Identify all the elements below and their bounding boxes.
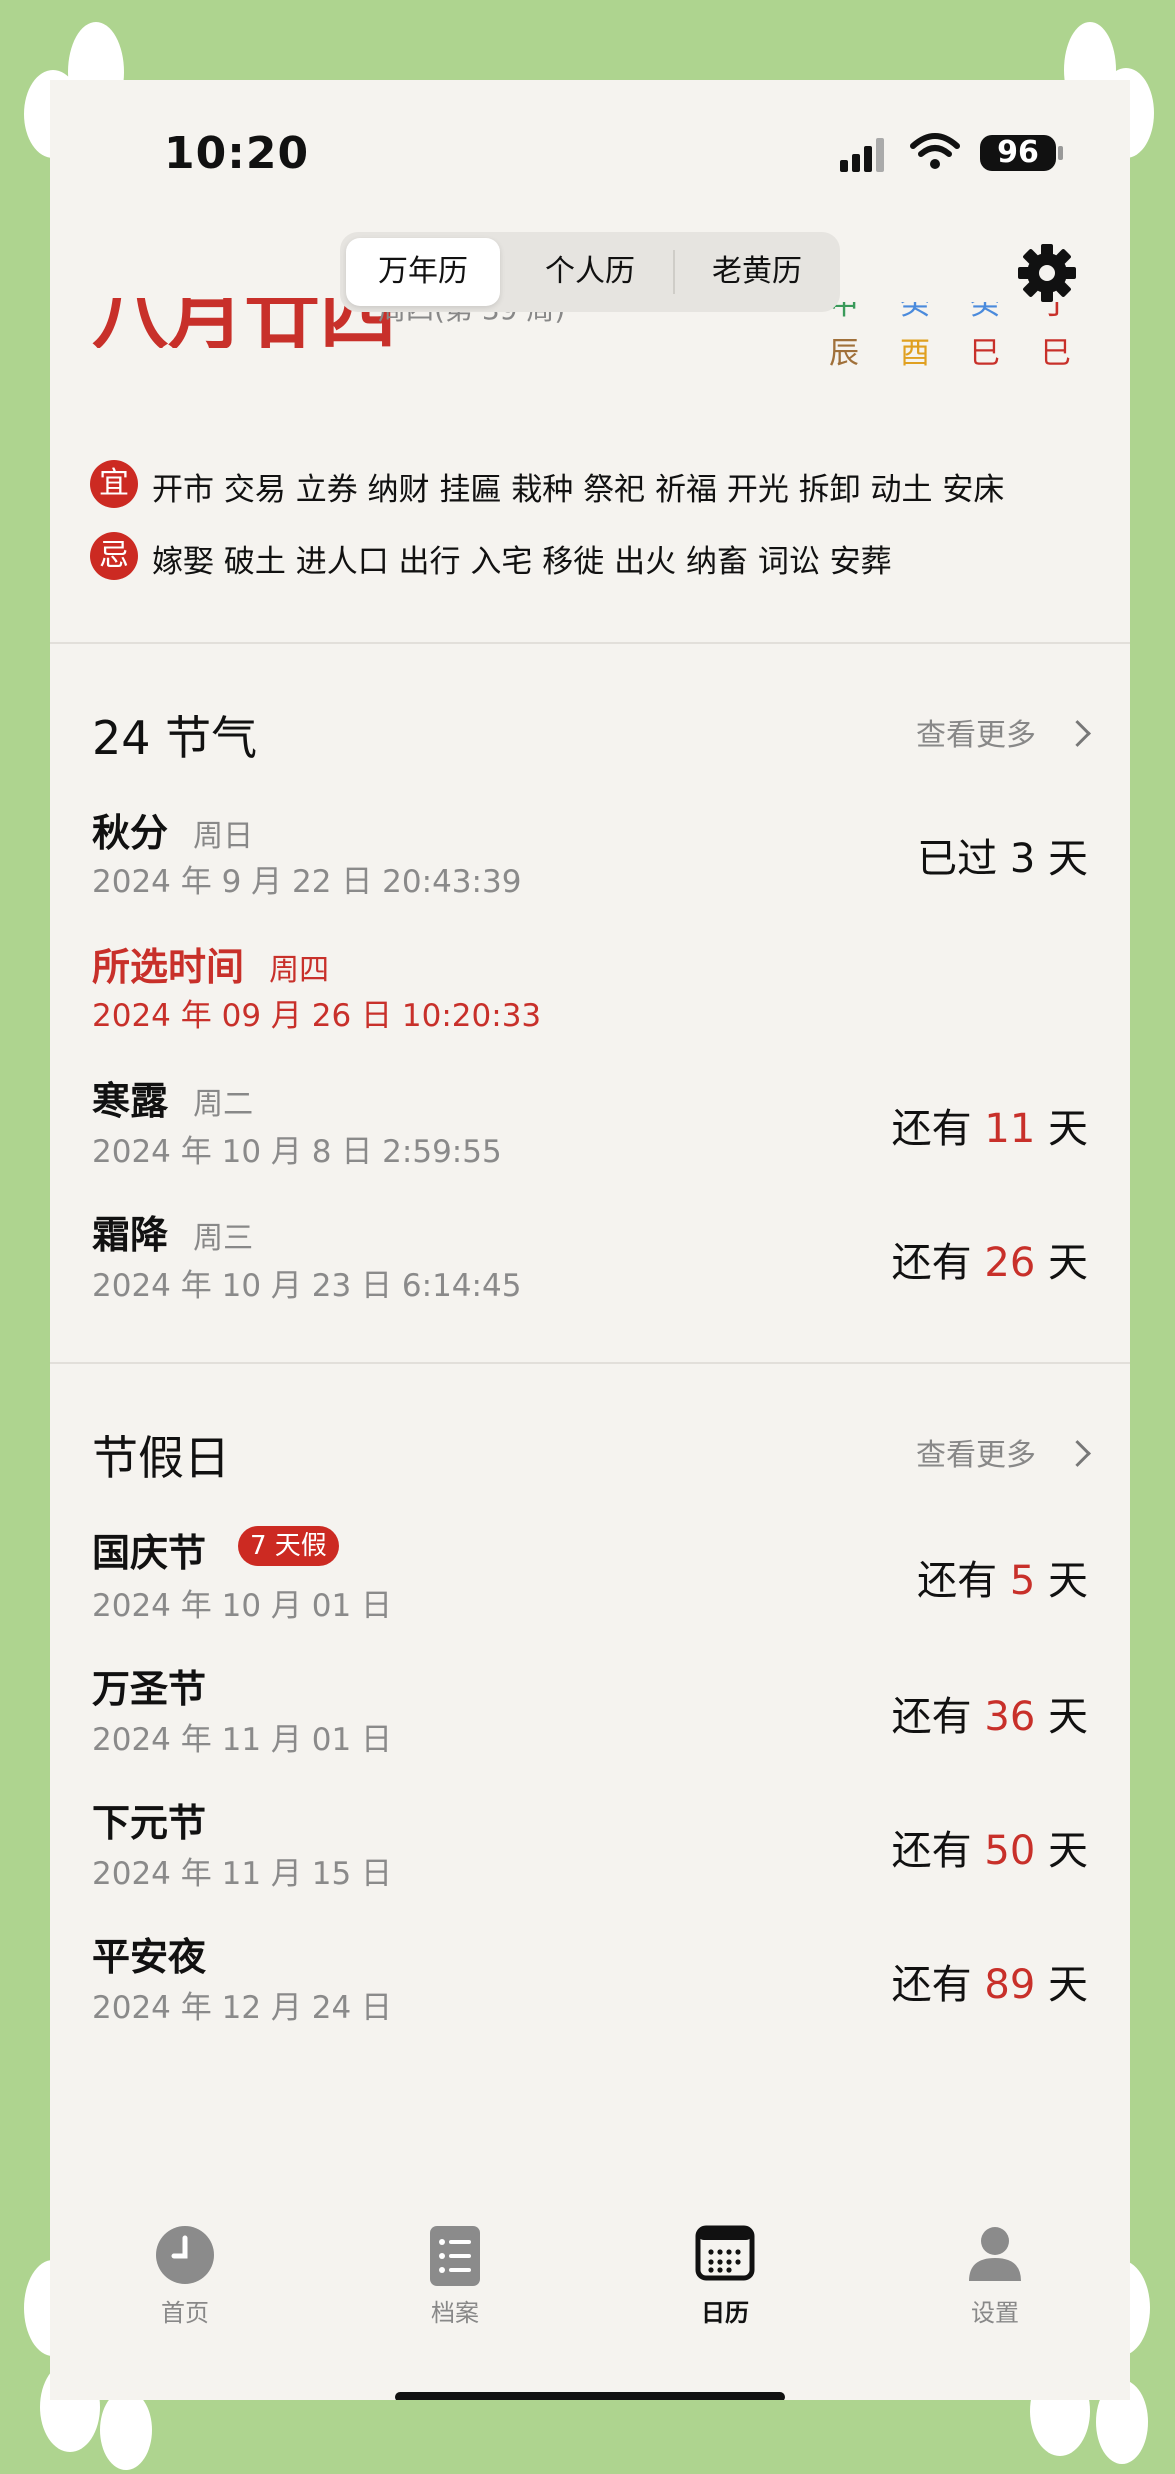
item-date: 2024 年 11 月 01 日 bbox=[92, 1722, 393, 1758]
item-countdown: 还有 36 天 bbox=[892, 1684, 1088, 1742]
tab-gerenli[interactable]: 个人历 bbox=[513, 238, 667, 306]
countdown-days: 50 bbox=[984, 1828, 1036, 1874]
countdown-prefix: 还有 bbox=[891, 1962, 972, 2008]
person-icon bbox=[925, 2225, 1065, 2287]
solar-terms-title: 24 节气 bbox=[92, 711, 258, 765]
countdown-days: 26 bbox=[984, 1240, 1036, 1286]
battery-cap bbox=[1058, 146, 1063, 160]
countdown-suffix: 天 bbox=[1048, 1694, 1088, 1740]
tab-laohuangli[interactable]: 老黄历 bbox=[680, 238, 834, 306]
pillar-day-top: 癸 bbox=[965, 302, 1005, 318]
battery-indicator: 96 bbox=[980, 135, 1056, 171]
holidays-more-label: 查看更多 bbox=[916, 1438, 1036, 1473]
item-date: 2024 年 09 月 26 日 10:20:33 bbox=[92, 998, 542, 1034]
item-date: 2024 年 11 月 15 日 bbox=[92, 1856, 393, 1892]
item-name: 所选时间 bbox=[92, 945, 245, 989]
item-date: 2024 年 12 月 24 日 bbox=[92, 1990, 393, 2026]
countdown-prefix: 还有 bbox=[891, 1694, 972, 1740]
chevron-right-icon bbox=[1064, 720, 1091, 747]
tab-label: 档案 bbox=[431, 2299, 479, 2327]
countdown-suffix: 天 bbox=[1048, 1962, 1088, 2008]
clock-icon bbox=[115, 2225, 255, 2287]
pillar-year-bottom: 辰 bbox=[829, 336, 859, 371]
tab-archive[interactable]: 档案 bbox=[385, 2225, 525, 2328]
solar-terms-more-label: 查看更多 bbox=[916, 718, 1036, 753]
countdown-days: 11 bbox=[984, 1106, 1036, 1152]
item-name: 秋分 bbox=[92, 811, 169, 855]
item-countdown: 还有 5 天 bbox=[917, 1548, 1088, 1606]
tab-home[interactable]: 首页 bbox=[115, 2225, 255, 2328]
pillar-day-bottom: 巳 bbox=[970, 336, 1000, 371]
item-name: 国庆节 bbox=[92, 1531, 207, 1575]
countdown-suffix: 天 bbox=[1048, 1240, 1088, 1286]
item-status: 已过 3 天 bbox=[917, 836, 1088, 882]
item-date: 2024 年 9 月 22 日 20:43:39 bbox=[92, 864, 522, 900]
calendar-mode-segmented-control: 万年历 个人历 老黄历 bbox=[340, 232, 840, 312]
tab-label: 首页 bbox=[161, 2299, 209, 2327]
calendar-icon bbox=[655, 2225, 795, 2287]
holiday-tag-badge: 7 天假 bbox=[238, 1526, 339, 1566]
countdown-suffix: 天 bbox=[1048, 1558, 1088, 1604]
item-name: 寒露 bbox=[92, 1079, 169, 1123]
settings-gear-icon[interactable] bbox=[1016, 242, 1078, 308]
solar-terms-more-link[interactable]: 查看更多 bbox=[916, 710, 1096, 758]
item-name: 万圣节 bbox=[92, 1667, 207, 1711]
countdown-suffix: 天 bbox=[1048, 1828, 1088, 1874]
countdown-days: 36 bbox=[984, 1694, 1036, 1740]
item-date: 2024 年 10 月 01 日 bbox=[92, 1588, 393, 1624]
ji-items: 嫁娶 破土 进人口 出行 入宅 移徙 出火 纳畜 词讼 安葬 bbox=[152, 544, 892, 580]
list-icon bbox=[385, 2225, 525, 2287]
home-indicator bbox=[395, 2392, 785, 2400]
countdown-days: 89 bbox=[984, 1962, 1036, 2008]
item-countdown: 还有 89 天 bbox=[892, 1952, 1088, 2010]
segment-divider bbox=[673, 250, 675, 294]
item-name: 下元节 bbox=[92, 1801, 207, 1845]
holidays-more-link[interactable]: 查看更多 bbox=[916, 1430, 1096, 1478]
status-time: 10:20 bbox=[164, 128, 310, 179]
ji-badge: 忌 bbox=[90, 532, 138, 580]
item-week: 周日 bbox=[193, 819, 254, 854]
countdown-suffix: 天 bbox=[1048, 1106, 1088, 1152]
tab-wannianli[interactable]: 万年历 bbox=[346, 238, 500, 306]
item-week: 周二 bbox=[193, 1087, 254, 1122]
tab-calendar[interactable]: 日历 bbox=[655, 2225, 795, 2328]
tab-label: 设置 bbox=[971, 2299, 1019, 2327]
pillar-month-bottom: 酉 bbox=[900, 336, 930, 371]
item-countdown: 还有 50 天 bbox=[892, 1818, 1088, 1876]
item-countdown: 还有 11 天 bbox=[892, 1096, 1088, 1154]
countdown-prefix: 还有 bbox=[891, 1828, 972, 1874]
countdown-days: 5 bbox=[1009, 1558, 1036, 1604]
pillar-month-top: 癸 bbox=[895, 302, 935, 318]
cellular-signal-icon bbox=[840, 136, 888, 172]
item-date: 2024 年 10 月 8 日 2:59:55 bbox=[92, 1134, 502, 1170]
item-week: 周四 bbox=[269, 953, 330, 988]
item-name: 平安夜 bbox=[92, 1935, 207, 1979]
section-divider bbox=[50, 642, 1130, 644]
item-week: 周三 bbox=[193, 1221, 254, 1256]
section-divider bbox=[50, 1362, 1130, 1364]
countdown-prefix: 还有 bbox=[891, 1240, 972, 1286]
countdown-prefix: 还有 bbox=[891, 1106, 972, 1152]
holidays-title: 节假日 bbox=[92, 1431, 230, 1485]
tab-label: 日历 bbox=[701, 2299, 749, 2327]
item-countdown: 还有 26 天 bbox=[892, 1230, 1088, 1288]
phone-screen: 10:20 96 八月廿四 周四(第 39 周) 甲 癸 癸 丁 辰 酉 巳 巳… bbox=[50, 80, 1130, 2400]
countdown-prefix: 还有 bbox=[917, 1558, 998, 1604]
yi-badge: 宜 bbox=[90, 460, 138, 508]
item-date: 2024 年 10 月 23 日 6:14:45 bbox=[92, 1268, 522, 1304]
item-name: 霜降 bbox=[92, 1213, 169, 1257]
wifi-icon bbox=[910, 132, 960, 176]
chevron-right-icon bbox=[1064, 1440, 1091, 1467]
yi-items: 开市 交易 立券 纳财 挂匾 栽种 祭祀 祈福 开光 拆卸 动土 安床 bbox=[152, 472, 1005, 508]
tab-settings[interactable]: 设置 bbox=[925, 2225, 1065, 2328]
pillar-hour-bottom: 巳 bbox=[1041, 336, 1071, 371]
